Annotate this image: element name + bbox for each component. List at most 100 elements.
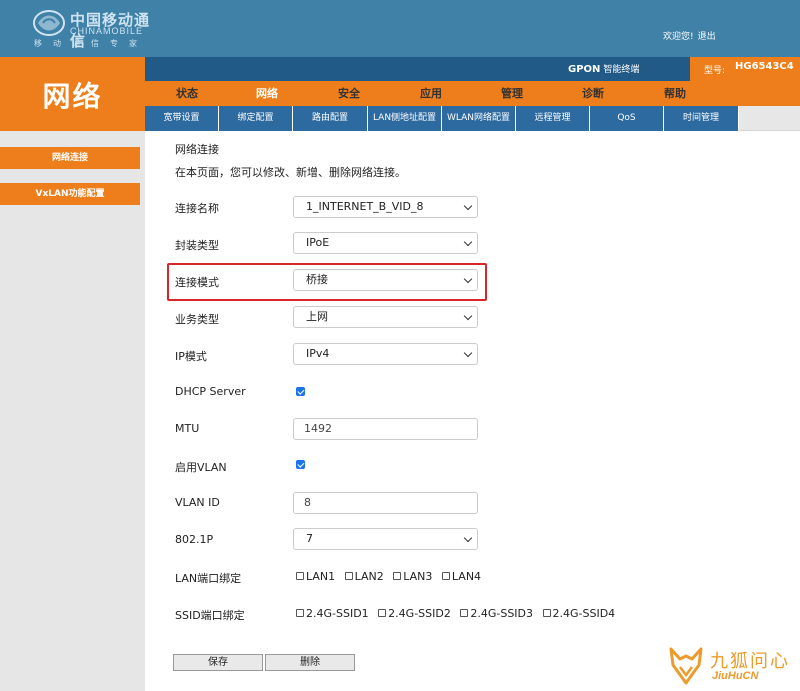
lan3-label: LAN3	[403, 570, 433, 583]
device-info-bar: GPON 智能终端 型号: HG6543C4	[145, 57, 800, 81]
china-mobile-logo-icon	[33, 10, 65, 36]
menu-item-help[interactable]: 帮助	[664, 81, 686, 106]
conn-mode-label: 连接模式	[175, 276, 219, 289]
tab-qos[interactable]: QoS	[590, 106, 664, 131]
watermark: 九狐问心 JiuHuCN	[668, 645, 794, 687]
sub-tab-bar: 宽带设置 绑定配置 路由配置 LAN侧地址配置 WLAN网络配置 远程管理 Qo…	[145, 106, 800, 131]
tab-remote-management[interactable]: 远程管理	[516, 106, 590, 131]
conn-mode-value: 桥接	[306, 273, 328, 286]
menu-item-security[interactable]: 安全	[338, 81, 360, 106]
conn-name-value: 1_INTERNET_B_VID_8	[306, 200, 424, 213]
encap-type-value: IPoE	[306, 236, 330, 249]
ip-mode-select[interactable]: IPv4	[293, 343, 478, 365]
top-header: 中国移动通信 CHINAMOBILE 移动通信专家 欢迎您! 退出	[0, 0, 800, 57]
welcome-area: 欢迎您! 退出	[663, 29, 716, 42]
welcome-text: 欢迎您!	[663, 32, 694, 42]
checkbox-box	[378, 609, 387, 617]
menu-item-status[interactable]: 状态	[176, 81, 198, 106]
lan-bind-group: LAN1 LAN2 LAN3 LAN4	[296, 570, 487, 584]
vlan-id-label: VLAN ID	[175, 496, 220, 509]
dot1p-value: 7	[306, 532, 313, 545]
mtu-label: MTU	[175, 422, 200, 435]
china-mobile-logo: 中国移动通信 CHINAMOBILE 移动通信专家	[32, 8, 162, 50]
chevron-down-icon	[463, 201, 473, 211]
chevron-down-icon	[463, 274, 473, 284]
dhcp-server-label: DHCP Server	[175, 385, 246, 398]
ssid-bind-label: SSID端口绑定	[175, 609, 245, 622]
main-content: 网络连接 在本页面，您可以修改、新增、删除网络连接。 连接名称 1_INTERN…	[145, 131, 800, 691]
chevron-down-icon	[463, 533, 473, 543]
chevron-down-icon	[463, 237, 473, 247]
checkbox-box	[296, 572, 304, 580]
tab-binding-config[interactable]: 绑定配置	[219, 106, 293, 131]
lan2-checkbox[interactable]: LAN2	[344, 570, 384, 583]
dot1p-label: 802.1P	[175, 533, 214, 546]
logout-link[interactable]: 退出	[698, 32, 716, 42]
chevron-down-icon	[463, 348, 473, 358]
sidebar: 网络连接 VxLAN功能配置	[0, 131, 145, 691]
sidebar-item-vxlan-config[interactable]: VxLAN功能配置	[0, 183, 140, 205]
main-menu: 状态 网络 安全 应用 管理 诊断 帮助	[145, 81, 800, 106]
ssid3-label: 2.4G-SSID3	[470, 607, 534, 620]
checkbox-box	[296, 609, 304, 617]
ssid1-label: 2.4G-SSID1	[306, 607, 369, 620]
checkbox-box	[344, 572, 353, 580]
sidebar-item-network-connection[interactable]: 网络连接	[0, 147, 140, 169]
service-type-select[interactable]: 上网	[293, 306, 478, 328]
service-type-label: 业务类型	[175, 313, 219, 326]
ip-mode-label: IP模式	[175, 350, 207, 363]
section-title-block: 网络	[0, 57, 145, 131]
tab-wlan-config[interactable]: WLAN网络配置	[442, 106, 516, 131]
vlan-enable-label: 启用VLAN	[175, 461, 227, 474]
page-title: 网络	[42, 80, 103, 113]
conn-name-select[interactable]: 1_INTERNET_B_VID_8	[293, 196, 478, 218]
ssid-bind-group: 2.4G-SSID1 2.4G-SSID2 2.4G-SSID3 2.4G-SS…	[296, 607, 621, 621]
ssid2-checkbox[interactable]: 2.4G-SSID2	[378, 607, 451, 620]
conn-name-label: 连接名称	[175, 202, 219, 215]
checkbox-box	[460, 609, 469, 617]
lan1-checkbox[interactable]: LAN1	[296, 570, 335, 583]
ssid4-checkbox[interactable]: 2.4G-SSID4	[542, 607, 616, 620]
save-button[interactable]: 保存	[173, 654, 263, 671]
service-type-value: 上网	[306, 310, 328, 323]
ssid4-label: 2.4G-SSID4	[552, 607, 616, 620]
conn-mode-select[interactable]: 桥接	[293, 269, 478, 291]
model-label: 型号:	[704, 66, 726, 76]
lan3-checkbox[interactable]: LAN3	[393, 570, 432, 583]
menu-item-application[interactable]: 应用	[420, 81, 442, 106]
checkbox-box	[393, 572, 402, 580]
ssid3-checkbox[interactable]: 2.4G-SSID3	[460, 607, 533, 620]
lan4-label: LAN4	[451, 570, 482, 583]
encap-type-label: 封装类型	[175, 239, 219, 252]
ip-mode-value: IPv4	[306, 347, 330, 360]
lan2-label: LAN2	[354, 570, 384, 583]
tab-time-management[interactable]: 时间管理	[664, 106, 739, 131]
watermark-en: JiuHuCN	[712, 670, 759, 682]
menu-item-diagnosis[interactable]: 诊断	[582, 81, 604, 106]
lan4-checkbox[interactable]: LAN4	[441, 570, 482, 583]
lan1-label: LAN1	[306, 570, 336, 583]
mtu-input[interactable]: 1492	[293, 418, 478, 440]
checkbox-box	[441, 572, 450, 580]
checkbox-box	[542, 609, 551, 617]
tab-broadband-settings[interactable]: 宽带设置	[145, 106, 219, 131]
vlan-id-input[interactable]: 8	[293, 492, 478, 514]
brand-slogan: 移动通信专家	[34, 39, 148, 48]
tab-lan-address-config[interactable]: LAN侧地址配置	[368, 106, 442, 131]
tab-routing-config[interactable]: 路由配置	[293, 106, 368, 131]
ssid1-checkbox[interactable]: 2.4G-SSID1	[296, 607, 369, 620]
lan-bind-label: LAN端口绑定	[175, 572, 242, 585]
dhcp-server-checkbox[interactable]	[296, 387, 305, 396]
delete-button[interactable]: 删除	[265, 654, 355, 671]
vlan-enable-checkbox[interactable]	[296, 460, 305, 469]
brand-name-en: CHINAMOBILE	[70, 26, 144, 36]
content-description: 在本页面，您可以修改、新增、删除网络连接。	[175, 166, 406, 179]
gpon-text: GPON	[568, 64, 601, 75]
gpon-subtitle: 智能终端	[603, 65, 640, 75]
fox-logo-icon	[669, 647, 703, 685]
dot1p-select[interactable]: 7	[293, 528, 478, 550]
encap-type-select[interactable]: IPoE	[293, 232, 478, 254]
model-value: HG6543C4	[735, 61, 794, 72]
menu-item-network[interactable]: 网络	[256, 81, 278, 106]
menu-item-management[interactable]: 管理	[501, 81, 523, 106]
